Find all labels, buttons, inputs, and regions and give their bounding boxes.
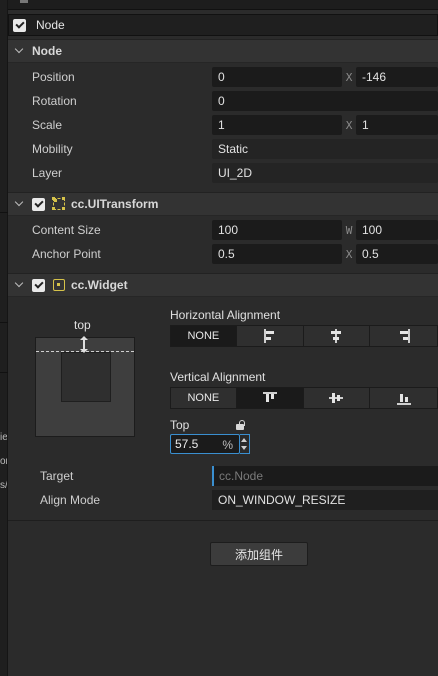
anchor-y-input[interactable]: 0.5 [356, 244, 438, 264]
prop-mobility: Mobility Static [8, 137, 438, 161]
top-margin-value: 57.5 [175, 437, 199, 451]
inspector-panel: Node Node Position 0 X -146 Rotation 0 S… [8, 10, 438, 676]
prop-label: Align Mode [40, 493, 101, 507]
node-enabled-checkbox[interactable] [13, 18, 26, 32]
widget-preview-caption: top [74, 318, 91, 332]
prop-align-mode: Align Mode ON_WINDOW_RESIZE [8, 489, 438, 511]
align-mode-select[interactable]: ON_WINDOW_RESIZE [212, 490, 438, 510]
clipped-label: or [0, 456, 7, 467]
v-align-bottom-button[interactable] [370, 388, 437, 408]
lock-open-icon[interactable] [236, 420, 245, 430]
add-component-button[interactable]: 添加组件 [210, 542, 308, 566]
prop-rotation: Rotation 0 [8, 89, 438, 113]
vertical-alignment-group: NONE [170, 387, 438, 409]
top-margin-input[interactable]: 57.5 % [170, 434, 240, 454]
prop-label: Anchor Point [32, 247, 101, 261]
layer-select[interactable]: UI_2D [212, 163, 438, 183]
prop-target: Target cc.Node [8, 465, 438, 487]
prop-label: Target [40, 469, 74, 483]
align-middle-icon [329, 391, 344, 405]
rotation-input[interactable]: 0 [212, 91, 438, 111]
node-name-field[interactable]: Node [36, 18, 65, 32]
horizontal-alignment-label: Horizontal Alignment [170, 308, 281, 322]
prop-position: Position 0 X -146 [8, 65, 438, 89]
scale-y-input[interactable]: 1 [356, 115, 438, 135]
h-align-right-button[interactable] [370, 326, 437, 346]
divider [0, 322, 8, 323]
chevron-down-icon[interactable] [14, 45, 26, 57]
section-title: Node [32, 44, 62, 58]
prop-label: Scale [32, 118, 63, 132]
section-title: cc.UITransform [71, 197, 159, 211]
double-arrow-icon [80, 336, 88, 353]
position-x-input[interactable]: 0 [212, 67, 342, 87]
prop-label: Layer [32, 166, 63, 180]
divider [0, 212, 8, 213]
widget-preview-node [61, 352, 111, 402]
axis-label: X [345, 247, 353, 261]
stepper-down-icon[interactable] [241, 446, 247, 450]
window-control-icon [20, 0, 28, 3]
section-node-header[interactable]: Node [8, 39, 438, 63]
top-margin-label: Top [170, 418, 190, 432]
clipped-label: ie [0, 432, 7, 443]
position-y-input[interactable]: -146 [356, 67, 438, 87]
uitransform-enabled-checkbox[interactable] [32, 197, 45, 211]
v-align-middle-button[interactable] [303, 388, 371, 408]
axis-label: X [345, 118, 353, 132]
axis-label: X [345, 70, 353, 84]
prop-anchor-point: Anchor Point 0.5 X 0.5 [8, 242, 438, 266]
h-align-left-button[interactable] [236, 326, 304, 346]
align-top-icon [262, 391, 277, 405]
horizontal-alignment-group: NONE [170, 325, 438, 347]
prop-scale: Scale 1 X 1 [8, 113, 438, 137]
widget-alignment-preview[interactable] [35, 336, 135, 437]
node-header: Node [8, 14, 438, 36]
v-align-none-button[interactable]: NONE [171, 388, 237, 408]
prop-label: Content Size [32, 223, 101, 237]
align-right-icon [397, 329, 411, 343]
prop-label: Mobility [32, 142, 73, 156]
content-width-input[interactable]: 100 [212, 220, 342, 240]
widget-icon [53, 279, 65, 291]
vertical-alignment-label: Vertical Alignment [170, 370, 266, 384]
clipped-label: s/ [0, 480, 7, 491]
align-left-icon [263, 329, 277, 343]
target-node-field[interactable]: cc.Node [212, 466, 438, 486]
widget-enabled-checkbox[interactable] [32, 278, 45, 292]
section-widget-header[interactable]: cc.Widget [8, 273, 438, 297]
section-title: cc.Widget [71, 278, 128, 292]
stepper-up-icon[interactable] [241, 438, 247, 442]
mobility-select[interactable]: Static [212, 139, 438, 159]
align-bottom-icon [396, 391, 411, 405]
align-center-icon [329, 329, 343, 343]
section-uitransform-header[interactable]: cc.UITransform [8, 192, 438, 216]
prop-layer: Layer UI_2D [8, 161, 438, 185]
chevron-down-icon[interactable] [14, 279, 26, 291]
h-align-none-button[interactable]: NONE [171, 326, 237, 346]
left-panel-clip: ie or s/ [0, 0, 8, 676]
divider [8, 520, 438, 521]
h-align-center-button[interactable] [303, 326, 371, 346]
chevron-down-icon[interactable] [14, 198, 26, 210]
unit-toggle[interactable]: % [222, 438, 233, 452]
content-height-input[interactable]: 100 [356, 220, 438, 240]
scale-x-input[interactable]: 1 [212, 115, 342, 135]
top-margin-stepper[interactable] [240, 434, 250, 454]
top-bar-clip [8, 0, 438, 10]
axis-label: W [345, 223, 353, 237]
divider [0, 372, 8, 373]
prop-content-size: Content Size 100 W 100 [8, 218, 438, 242]
uitransform-icon [52, 197, 65, 210]
prop-label: Rotation [32, 94, 77, 108]
prop-label: Position [32, 70, 75, 84]
v-align-top-button[interactable] [236, 388, 304, 408]
anchor-x-input[interactable]: 0.5 [212, 244, 342, 264]
